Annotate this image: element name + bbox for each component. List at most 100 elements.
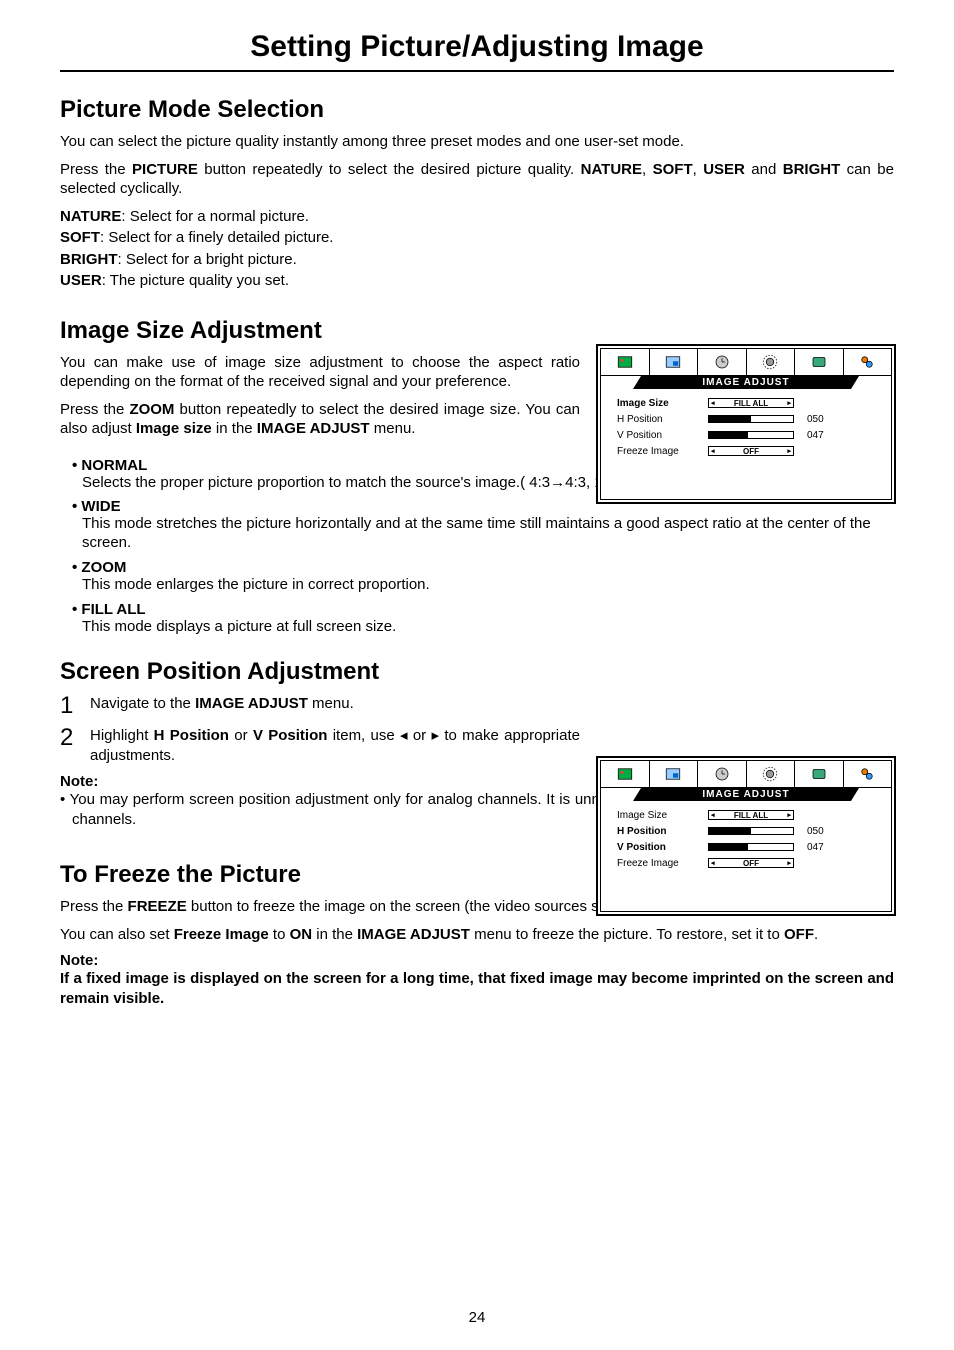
page-title: Setting Picture/Adjusting Image bbox=[60, 30, 894, 72]
tab-pip-icon bbox=[650, 349, 699, 375]
osd-tabs bbox=[601, 761, 891, 788]
tab-picture-icon bbox=[601, 761, 650, 787]
left-arrow-icon: ◂ bbox=[711, 860, 715, 867]
label: Image Size bbox=[617, 398, 701, 409]
mode-wide: WIDE This mode stretches the picture hor… bbox=[72, 498, 894, 553]
text: to bbox=[269, 926, 290, 943]
pms-press: Press the PICTURE button repeatedly to s… bbox=[60, 160, 894, 199]
text: or bbox=[229, 727, 253, 744]
freeze-note-body: If a fixed image is displayed on the scr… bbox=[60, 969, 894, 1008]
pms-user-line: USER: The picture quality you set. bbox=[60, 271, 894, 291]
text: and bbox=[745, 161, 783, 178]
label: USER bbox=[60, 272, 102, 289]
text: , bbox=[693, 161, 704, 178]
desc: : Select for a bright picture. bbox=[118, 251, 297, 268]
osd-body: Image Size ◂FILL ALL▸ H Position 050 V P… bbox=[601, 389, 891, 499]
mode-fillall: FILL ALL This mode displays a picture at… bbox=[72, 601, 894, 637]
right-arrow-icon: ▸ bbox=[787, 400, 791, 407]
right-arrow-icon: ▸ bbox=[787, 860, 791, 867]
mode-desc: This mode displays a picture at full scr… bbox=[72, 618, 894, 637]
mode-bright: BRIGHT bbox=[783, 161, 841, 178]
desc: : Select for a finely detailed picture. bbox=[100, 229, 333, 246]
banner-text: IMAGE ADJUST bbox=[702, 377, 789, 388]
osd-banner: IMAGE ADJUST bbox=[601, 376, 891, 389]
mode-desc: This mode stretches the picture horizont… bbox=[72, 515, 894, 553]
pms-bright-line: BRIGHT: Select for a bright picture. bbox=[60, 250, 894, 270]
tab-picture-icon bbox=[601, 349, 650, 375]
left-arrow-icon: ◂ bbox=[711, 400, 715, 407]
tab-option-icon bbox=[795, 349, 844, 375]
tab-system-icon bbox=[844, 349, 892, 375]
mode-title: FILL ALL bbox=[72, 601, 146, 618]
value: ◂OFF▸ bbox=[701, 446, 801, 456]
tab-option-icon bbox=[795, 761, 844, 787]
slider bbox=[701, 843, 801, 851]
vpos-label: V Position bbox=[253, 727, 327, 744]
text: Note bbox=[60, 952, 93, 969]
text: Press the bbox=[60, 161, 132, 178]
right-arrow-icon: ▸ bbox=[787, 448, 791, 455]
pms-intro: You can select the picture quality insta… bbox=[60, 132, 894, 152]
zoom-btn-label: ZOOM bbox=[129, 401, 174, 418]
freeze-note-label: Note: bbox=[60, 952, 894, 969]
tab-system-icon bbox=[844, 761, 892, 787]
row-image-size: Image Size ◂FILL ALL▸ bbox=[617, 807, 881, 823]
row-freeze: Freeze Image ◂OFF▸ bbox=[617, 855, 881, 871]
text: menu to freeze the picture. To restore, … bbox=[470, 926, 784, 943]
menu-label: IMAGE ADJUST bbox=[195, 695, 308, 712]
label: NATURE bbox=[60, 208, 121, 225]
row-h-position: H Position 050 bbox=[617, 411, 881, 427]
picture-btn-label: PICTURE bbox=[132, 161, 198, 178]
text: Highlight bbox=[90, 727, 154, 744]
text: You can also set bbox=[60, 926, 174, 943]
page-number: 24 bbox=[0, 1309, 954, 1326]
num: 047 bbox=[801, 430, 841, 441]
step-text: Highlight H Position or V Position item,… bbox=[90, 726, 580, 765]
row-freeze: Freeze Image ◂OFF▸ bbox=[617, 443, 881, 459]
row-v-position: V Position 047 bbox=[617, 839, 881, 855]
spa-steps: 1 Navigate to the IMAGE ADJUST menu. 2 H… bbox=[60, 694, 894, 765]
sel-text: OFF bbox=[743, 447, 759, 456]
mode-zoom: ZOOM This mode enlarges the picture in c… bbox=[72, 559, 894, 595]
freeze-btn-label: FREEZE bbox=[128, 898, 187, 915]
num: 050 bbox=[801, 414, 841, 425]
isa-p2: Press the ZOOM button repeatedly to sele… bbox=[60, 400, 580, 439]
freeze-p2: You can also set Freeze Image to ON in t… bbox=[60, 925, 894, 945]
value: ◂OFF▸ bbox=[701, 858, 801, 868]
step-2: 2 Highlight H Position or V Position ite… bbox=[60, 726, 580, 765]
text: in the bbox=[212, 420, 257, 437]
tab-clock-icon bbox=[698, 349, 747, 375]
mode-desc: This mode enlarges the picture in correc… bbox=[72, 576, 894, 595]
spa-heading: Screen Position Adjustment bbox=[60, 658, 894, 686]
pms-heading: Picture Mode Selection bbox=[60, 96, 894, 124]
num: 050 bbox=[801, 826, 841, 837]
off-label: OFF bbox=[784, 926, 814, 943]
on-label: ON bbox=[290, 926, 313, 943]
mode-title: NORMAL bbox=[72, 457, 147, 474]
mode-title: ZOOM bbox=[72, 559, 126, 576]
image-size-label: Image size bbox=[136, 420, 212, 437]
step-number: 2 bbox=[60, 726, 80, 750]
hpos-label: H Position bbox=[154, 727, 229, 744]
desc: : The picture quality you set. bbox=[102, 272, 289, 289]
text: in the bbox=[312, 926, 357, 943]
osd-image-adjust-2: IMAGE ADJUST Image Size ◂FILL ALL▸ H Pos… bbox=[596, 756, 896, 916]
num: 047 bbox=[801, 842, 841, 853]
osd-banner: IMAGE ADJUST bbox=[601, 788, 891, 801]
text: . bbox=[814, 926, 818, 943]
text: Press the bbox=[60, 401, 129, 418]
desc: : Select for a normal picture. bbox=[121, 208, 309, 225]
value: ◂FILL ALL▸ bbox=[701, 810, 801, 820]
isa-heading: Image Size Adjustment bbox=[60, 317, 894, 345]
osd-body: Image Size ◂FILL ALL▸ H Position 050 V P… bbox=[601, 801, 891, 911]
text: Navigate to the bbox=[90, 695, 195, 712]
banner-text: IMAGE ADJUST bbox=[702, 789, 789, 800]
text: menu. bbox=[370, 420, 416, 437]
tab-setup-icon bbox=[747, 761, 796, 787]
osd-inner: IMAGE ADJUST Image Size ◂FILL ALL▸ H Pos… bbox=[600, 760, 892, 912]
mode-nature: NATURE bbox=[581, 161, 642, 178]
left-arrow-icon: ◂ bbox=[711, 812, 715, 819]
osd-tabs bbox=[601, 349, 891, 376]
tab-pip-icon bbox=[650, 761, 699, 787]
row-h-position: H Position 050 bbox=[617, 823, 881, 839]
